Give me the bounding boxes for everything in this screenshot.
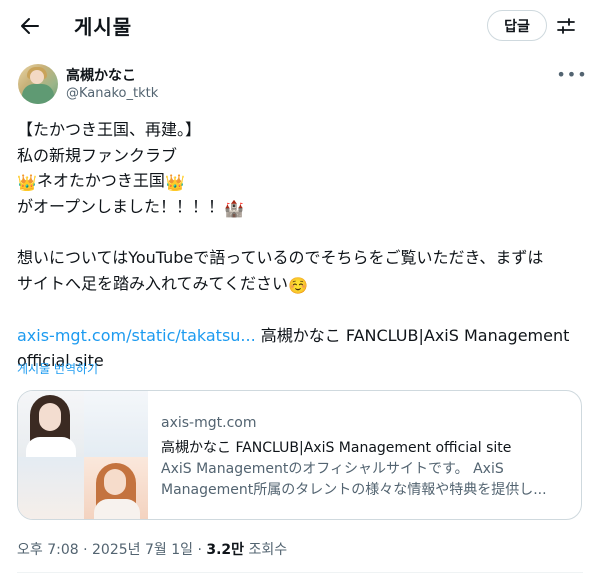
smile-emoji-icon: ☺️ xyxy=(288,276,308,296)
crown-emoji-icon: 👑 xyxy=(164,173,185,193)
view-label: 조회수 xyxy=(248,542,288,558)
author-handle[interactable]: @Kanako_tktk xyxy=(66,86,158,101)
back-button[interactable] xyxy=(14,10,46,42)
card-domain: axis-mgt.com xyxy=(161,415,257,431)
post-time[interactable]: 오후 7:08 xyxy=(17,542,79,558)
card-description: AxiS Managementのオフィシャルサイトです。 AxiS Manage… xyxy=(161,459,571,501)
post-line: official site xyxy=(17,351,104,371)
post-line-text: がオープンしました！！！！ xyxy=(17,197,225,217)
author-name[interactable]: 高槻かなこ xyxy=(66,65,136,85)
avatar[interactable] xyxy=(18,64,58,104)
more-options-button[interactable]: ••• xyxy=(556,64,586,84)
card-title: 高槻かなこ FANCLUB|AxiS Management official s… xyxy=(161,440,512,456)
translate-post-link[interactable]: 게시물 번역하기 xyxy=(17,360,98,377)
top-bar: 게시물 답글 xyxy=(0,0,600,52)
post-line-text: サイトへ足を踏み入れてみてください xyxy=(17,274,289,294)
post-line: サイトへ足を踏み入れてみてください☺️ xyxy=(17,271,589,297)
card-photo xyxy=(18,391,84,457)
card-text: axis-mgt.com 高槻かなこ FANCLUB|AxiS Manageme… xyxy=(161,415,571,501)
link-preview-card[interactable]: axis-mgt.com 高槻かなこ FANCLUB|AxiS Manageme… xyxy=(17,390,582,520)
post-link[interactable]: axis-mgt.com/static/takatsu... xyxy=(17,326,256,345)
post-date[interactable]: 2025년 7월 1일 xyxy=(92,542,193,558)
card-photo xyxy=(84,457,148,519)
card-description-line: Management所属のタレントの様々な情報や特典を提供し... xyxy=(161,482,547,498)
adjust-button[interactable] xyxy=(554,14,578,38)
post-line: がオープンしました！！！！🏰 xyxy=(17,194,589,220)
adjust-icon xyxy=(557,18,575,34)
post-line: 私の新規ファンクラブ xyxy=(17,145,178,165)
post-meta: 오후 7:08 · 2025년 7월 1일 · 3.2만 조회수 xyxy=(17,542,288,558)
card-description-line: AxiS Managementのオフィシャルサイトです。 AxiS xyxy=(161,461,504,477)
post-line-text: 高槻かなこ FANCLUB|AxiS Management xyxy=(255,325,570,345)
view-count: 3.2만 xyxy=(206,542,245,558)
post-line: 想いについてはYouTubeで語っているのでそちらをご覧いただき、まずは xyxy=(17,248,544,268)
arrow-left-icon xyxy=(21,18,39,34)
page-title: 게시물 xyxy=(74,15,133,39)
post-line: axis-mgt.com/static/takatsu... 高槻かなこ FAN… xyxy=(17,323,589,349)
reply-button[interactable]: 답글 xyxy=(487,10,547,41)
crown-emoji-icon: 👑 xyxy=(17,173,37,193)
post-text: 【たかつき王国、再建。】 私の新規ファンクラブ 👑ネオたかつき王国👑 がオープン… xyxy=(17,117,589,374)
castle-emoji-icon: 🏰 xyxy=(224,199,244,219)
divider xyxy=(17,572,583,573)
post-line: 👑ネオたかつき王国👑 xyxy=(17,168,589,194)
more-icon: ••• xyxy=(556,64,588,84)
post-line-text: ネオたかつき王国 xyxy=(36,171,165,191)
post-line: 【たかつき王国、再建。】 xyxy=(17,120,202,139)
card-thumbnail xyxy=(18,391,148,519)
